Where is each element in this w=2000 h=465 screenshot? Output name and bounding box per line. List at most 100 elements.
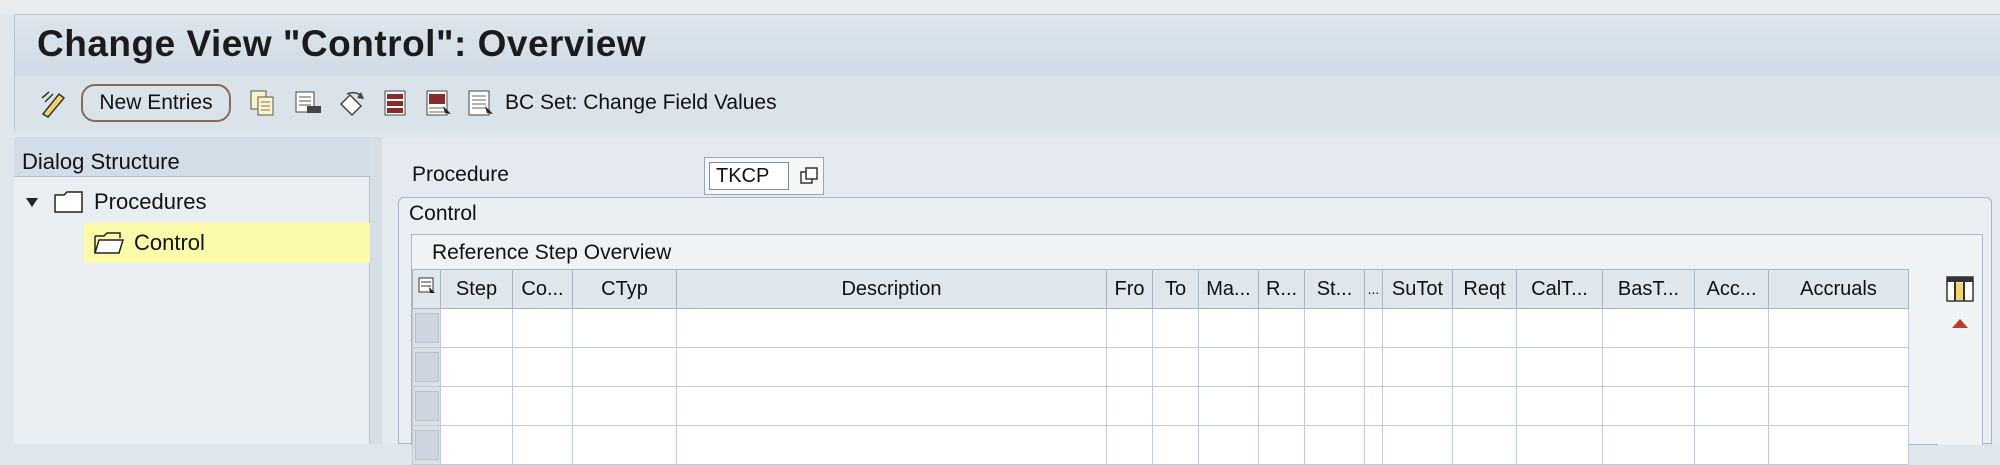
- column-header[interactable]: Acc...: [1694, 269, 1769, 309]
- table-cell[interactable]: [1768, 308, 1909, 348]
- table-cell[interactable]: [1768, 386, 1909, 426]
- table-cell[interactable]: [1516, 308, 1603, 348]
- table-row[interactable]: [412, 308, 1909, 348]
- table-cell[interactable]: [1382, 347, 1453, 387]
- copy-icon[interactable]: [245, 84, 279, 122]
- column-header[interactable]: Description: [676, 269, 1107, 309]
- table-cell[interactable]: [512, 308, 573, 348]
- column-header[interactable]: Accruals: [1768, 269, 1909, 309]
- table-cell[interactable]: [572, 386, 677, 426]
- table-cell[interactable]: [1152, 386, 1199, 426]
- table-cell[interactable]: [1382, 386, 1453, 426]
- table-cell[interactable]: [1106, 308, 1153, 348]
- table-cell[interactable]: [440, 425, 513, 465]
- table-cell[interactable]: [440, 308, 513, 348]
- table-cell[interactable]: [440, 347, 513, 387]
- table-cell[interactable]: [1152, 308, 1199, 348]
- column-header[interactable]: Step: [440, 269, 513, 309]
- table-cell[interactable]: [1106, 425, 1153, 465]
- table-cell[interactable]: [676, 425, 1107, 465]
- table-cell[interactable]: [1452, 308, 1517, 348]
- table-cell[interactable]: [1198, 386, 1259, 426]
- table-cell[interactable]: [512, 425, 573, 465]
- table-cell[interactable]: [676, 308, 1107, 348]
- table-cell[interactable]: [1516, 425, 1603, 465]
- table-cell[interactable]: [572, 308, 677, 348]
- table-cell[interactable]: [1452, 347, 1517, 387]
- undo-icon[interactable]: [335, 84, 369, 122]
- table-cell[interactable]: [1304, 347, 1365, 387]
- bc-set-change-field-values-button[interactable]: BC Set: Change Field Values: [505, 84, 777, 122]
- table-cell[interactable]: [1258, 347, 1305, 387]
- table-cell[interactable]: [1304, 386, 1365, 426]
- table-cell[interactable]: [1258, 308, 1305, 348]
- expand-arrow-icon[interactable]: [26, 197, 38, 207]
- table-cell[interactable]: [1304, 308, 1365, 348]
- table-cell[interactable]: [1602, 347, 1695, 387]
- table-cell[interactable]: [1768, 347, 1909, 387]
- column-header[interactable]: Fro: [1106, 269, 1153, 309]
- table-cell[interactable]: [676, 386, 1107, 426]
- table-cell[interactable]: [1382, 425, 1453, 465]
- table-cell[interactable]: [1258, 425, 1305, 465]
- scroll-up-arrow-icon[interactable]: [1952, 319, 1968, 328]
- table-cell[interactable]: [1516, 347, 1603, 387]
- table-cell[interactable]: [1452, 386, 1517, 426]
- table-row[interactable]: [412, 386, 1909, 426]
- column-header[interactable]: Ma...: [1198, 269, 1259, 309]
- column-settings-icon[interactable]: [1946, 275, 1974, 303]
- table-cell[interactable]: [1768, 425, 1909, 465]
- table-cell[interactable]: [1106, 347, 1153, 387]
- row-selector[interactable]: [412, 308, 441, 348]
- table-cell[interactable]: [1694, 386, 1769, 426]
- column-header[interactable]: St...: [1304, 269, 1365, 309]
- table-cell[interactable]: [1198, 308, 1259, 348]
- column-header[interactable]: CTyp: [572, 269, 677, 309]
- table-cell[interactable]: [1694, 347, 1769, 387]
- column-header[interactable]: SuTot: [1382, 269, 1453, 309]
- display-change-icon[interactable]: [37, 84, 71, 122]
- panel-splitter[interactable]: [370, 137, 382, 444]
- select-all-icon[interactable]: [379, 84, 413, 122]
- table-cell[interactable]: [1198, 425, 1259, 465]
- table-cell[interactable]: [676, 347, 1107, 387]
- table-cell[interactable]: [1152, 425, 1199, 465]
- deselect-all-icon[interactable]: [463, 84, 497, 122]
- table-cell[interactable]: [1364, 425, 1383, 465]
- column-header[interactable]: CalT...: [1516, 269, 1603, 309]
- table-cell[interactable]: [1602, 425, 1695, 465]
- column-header[interactable]: Reqt: [1452, 269, 1517, 309]
- tree-item-control[interactable]: Control: [84, 223, 370, 263]
- select-block-icon[interactable]: [421, 84, 455, 122]
- table-cell[interactable]: [1258, 386, 1305, 426]
- new-entries-button[interactable]: New Entries: [81, 84, 231, 122]
- table-row[interactable]: [412, 425, 1909, 465]
- table-settings-icon[interactable]: [412, 269, 441, 309]
- table-cell[interactable]: [1198, 347, 1259, 387]
- table-cell[interactable]: [440, 386, 513, 426]
- table-cell[interactable]: [1382, 308, 1453, 348]
- table-cell[interactable]: [1152, 347, 1199, 387]
- column-header[interactable]: R...: [1258, 269, 1305, 309]
- row-selector[interactable]: [412, 425, 441, 465]
- table-row[interactable]: [412, 347, 1909, 387]
- procedure-input[interactable]: TKCP: [709, 162, 789, 190]
- column-header[interactable]: To: [1152, 269, 1199, 309]
- row-selector[interactable]: [412, 347, 441, 387]
- table-cell[interactable]: [1106, 386, 1153, 426]
- table-cell[interactable]: [1364, 308, 1383, 348]
- value-help-icon[interactable]: [797, 162, 821, 190]
- table-cell[interactable]: [1364, 386, 1383, 426]
- column-header[interactable]: ...: [1364, 269, 1383, 309]
- table-cell[interactable]: [512, 386, 573, 426]
- table-cell[interactable]: [1694, 425, 1769, 465]
- column-header[interactable]: Co...: [512, 269, 573, 309]
- table-cell[interactable]: [1694, 308, 1769, 348]
- tree-item-procedures[interactable]: Procedures: [26, 189, 207, 215]
- table-cell[interactable]: [512, 347, 573, 387]
- table-cell[interactable]: [572, 425, 677, 465]
- table-cell[interactable]: [572, 347, 677, 387]
- row-selector[interactable]: [412, 386, 441, 426]
- table-cell[interactable]: [1452, 425, 1517, 465]
- table-cell[interactable]: [1602, 386, 1695, 426]
